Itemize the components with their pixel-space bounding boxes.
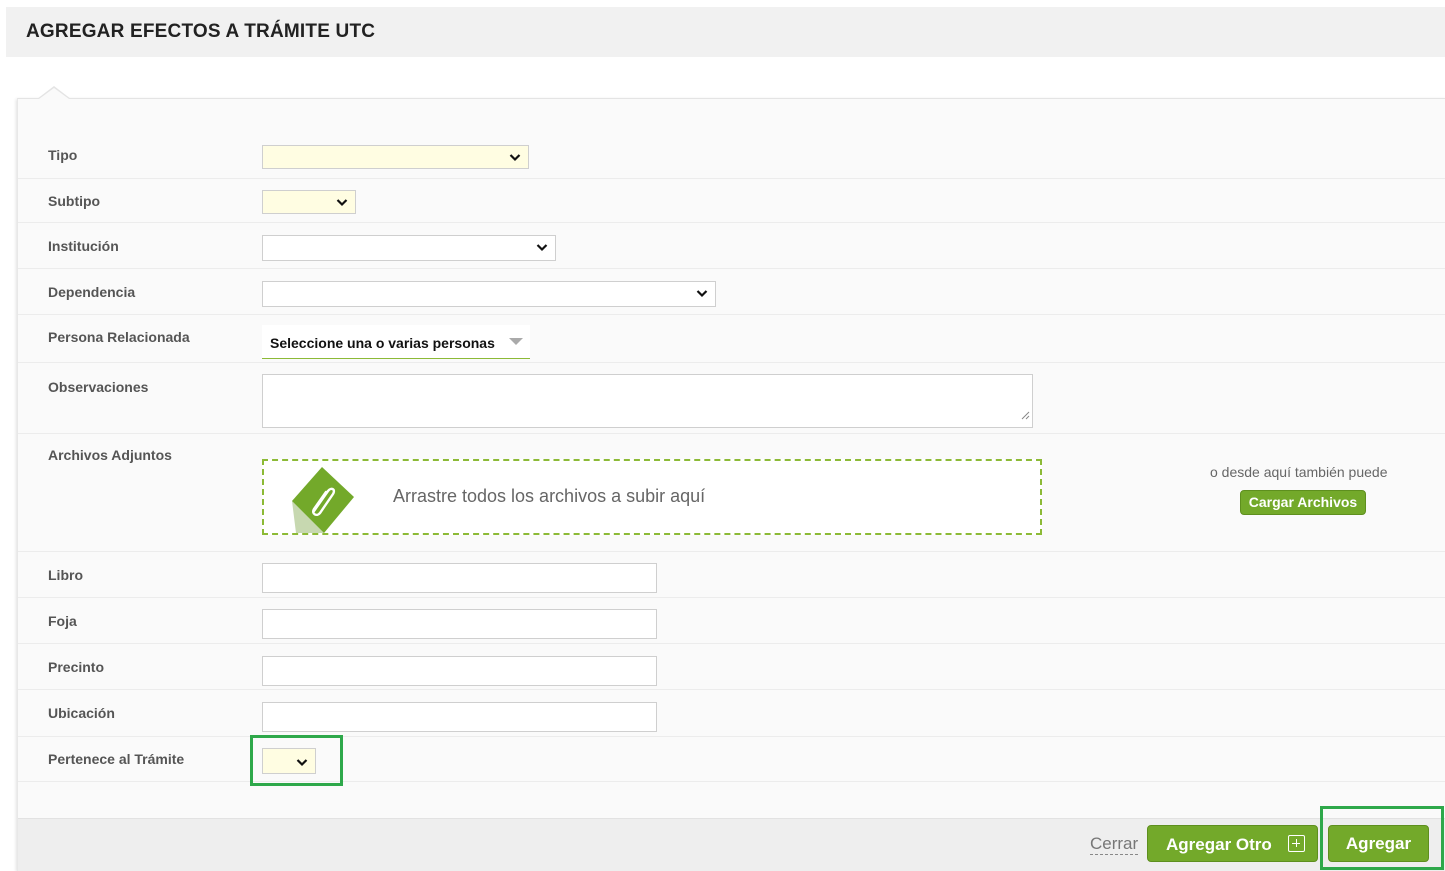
plus-square-icon [1288,835,1305,852]
tipo-label: Tipo [48,147,78,163]
persona-multiselect[interactable]: Seleccione una o varias personas [262,325,530,359]
caret-down-icon [509,338,523,345]
institucion-select[interactable] [262,235,556,261]
libro-input[interactable] [262,563,657,593]
foja-label: Foja [48,613,77,629]
persona-label: Persona Relacionada [48,329,190,345]
observaciones-textarea[interactable] [262,374,1033,428]
paperclip-icon [292,467,356,538]
foja-input[interactable] [262,609,657,639]
chevron-down-icon [536,241,548,253]
ubicacion-input[interactable] [262,702,657,732]
agregar-otro-button[interactable]: Agregar Otro [1147,825,1318,862]
cargar-archivos-button[interactable]: Cargar Archivos [1240,490,1366,515]
dependencia-select[interactable] [262,281,716,307]
precinto-label: Precinto [48,659,105,675]
libro-label: Libro [48,567,83,583]
cerrar-link[interactable]: Cerrar [1090,834,1139,855]
subtipo-select[interactable] [262,190,356,214]
dropzone-text: Arrastre todos los archivos a subir aquí [393,486,706,506]
observaciones-label: Observaciones [48,379,149,395]
page-header: AGREGAR EFECTOS A TRÁMITE UTC [6,7,1445,57]
upload-hint: o desde aquí también puede [1210,464,1388,480]
archivos-label: Archivos Adjuntos [48,447,172,463]
institucion-label: Institución [48,238,119,254]
file-dropzone[interactable]: Arrastre todos los archivos a subir aquí [262,459,1042,535]
chevron-down-icon [696,287,708,299]
highlight-box-agregar [1320,806,1444,870]
precinto-input[interactable] [262,656,657,686]
page-title: AGREGAR EFECTOS A TRÁMITE UTC [26,21,376,42]
dependencia-label: Dependencia [48,284,136,300]
highlight-box-pertenece [250,735,343,786]
pertenece-label: Pertenece al Trámite [48,751,185,767]
ubicacion-label: Ubicación [48,705,115,721]
resize-handle-icon[interactable] [1020,407,1030,425]
agregar-otro-label: Agregar Otro [1166,835,1272,854]
tipo-select[interactable] [262,145,529,169]
subtipo-label: Subtipo [48,193,101,209]
persona-placeholder: Seleccione una o varias personas [270,335,495,351]
chevron-down-icon [336,196,348,208]
chevron-down-icon [509,151,521,163]
